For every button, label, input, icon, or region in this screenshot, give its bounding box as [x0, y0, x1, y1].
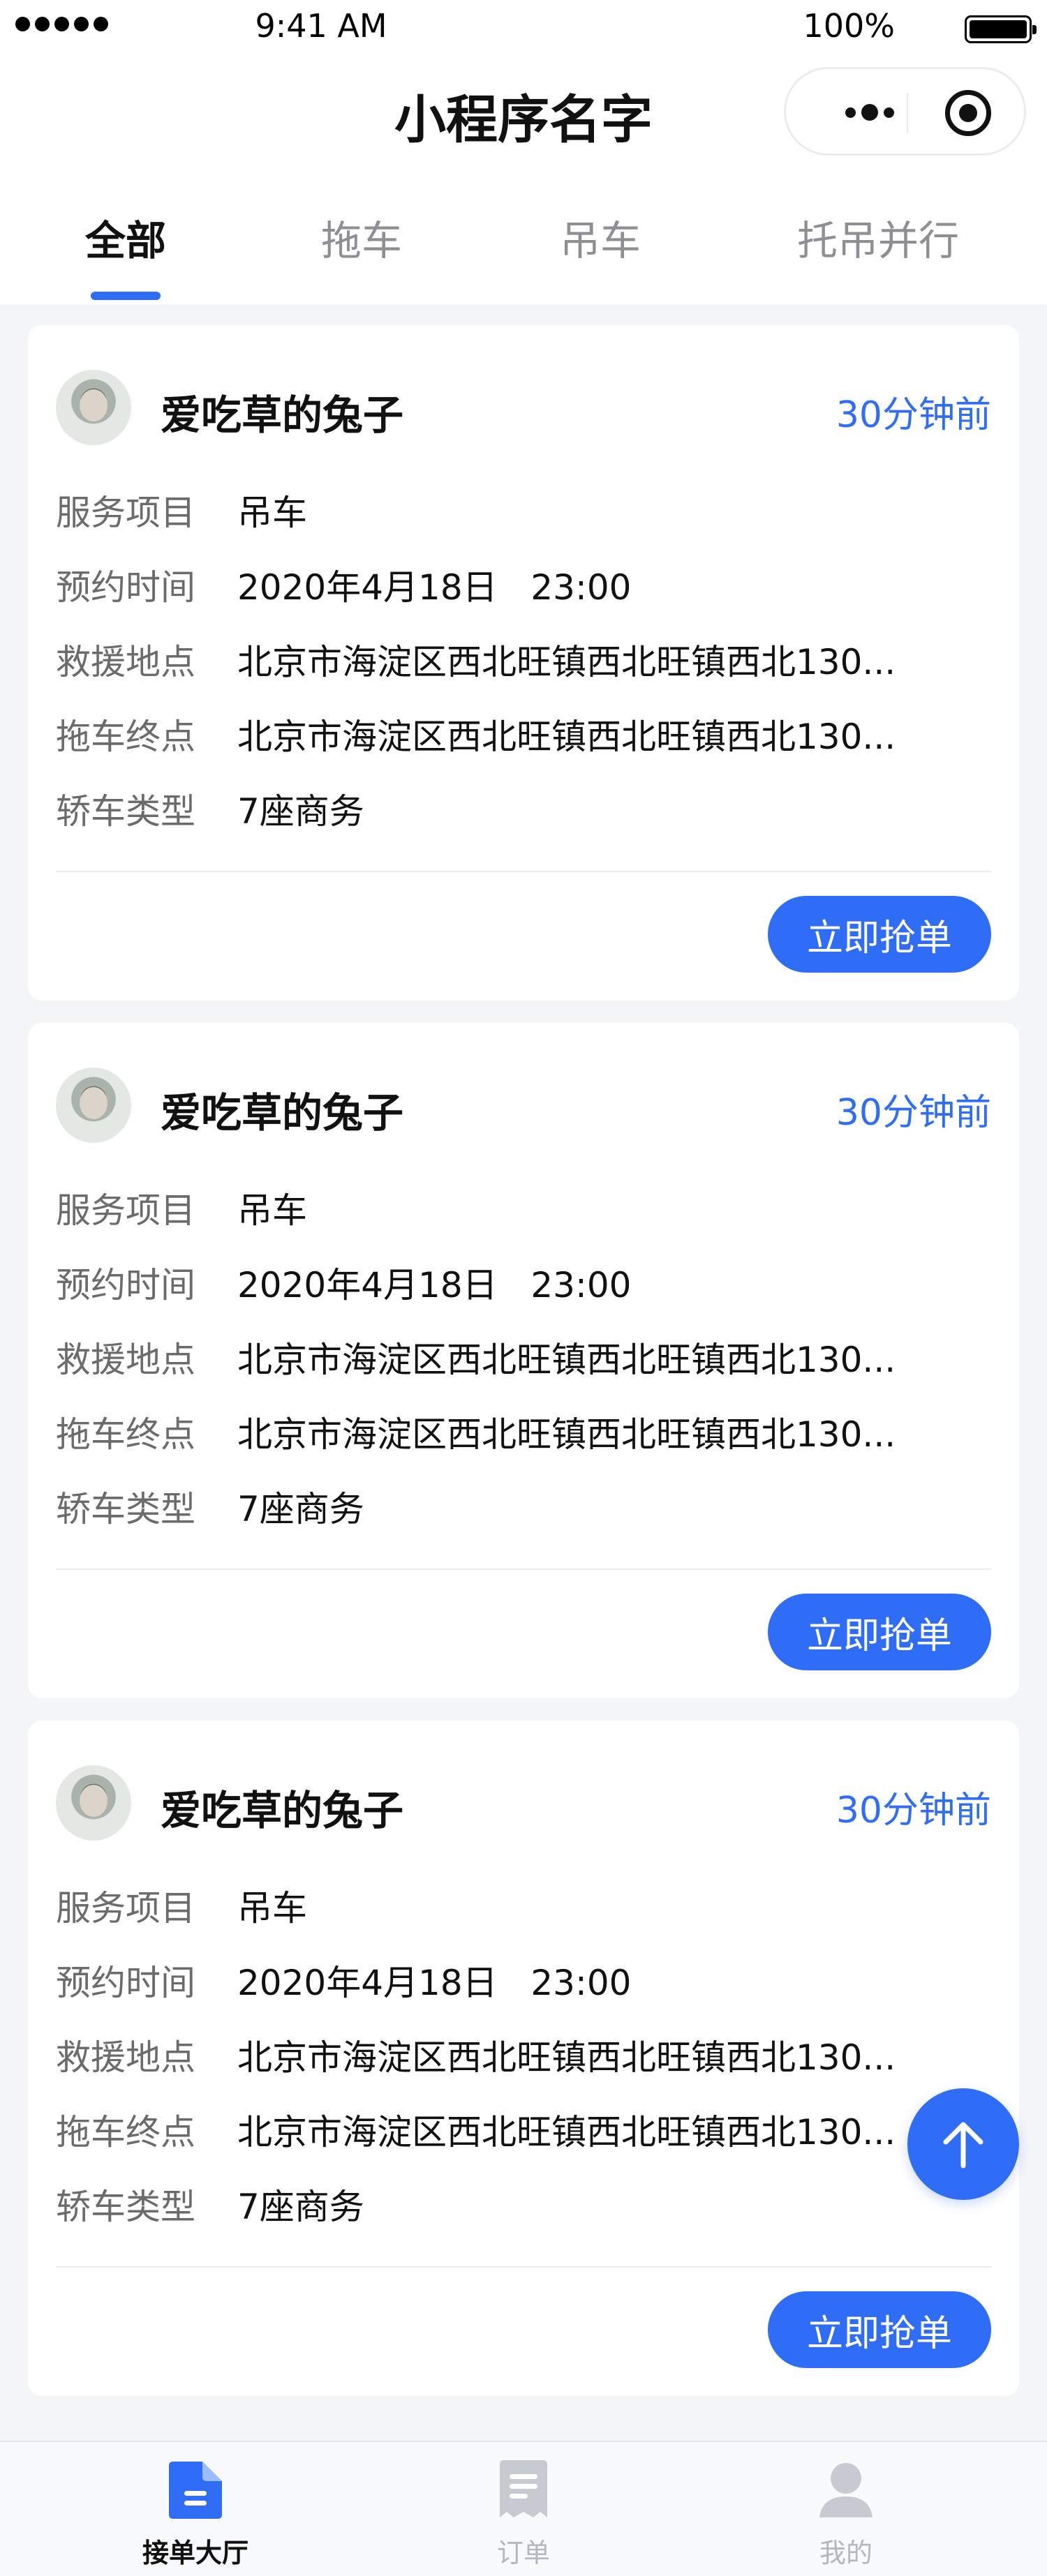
- field-label: 拖车终点: [56, 717, 195, 757]
- field-value: 北京市海淀区西北旺镇西北旺镇西北130...: [237, 1340, 896, 1380]
- field-label: 预约时间: [56, 1265, 195, 1305]
- field-value: 吊车: [237, 1190, 307, 1231]
- field-rescue-location: 救援地点 北京市海淀区西北旺镇西北旺镇西北130...: [56, 1333, 935, 1381]
- field-service: 服务项目 吊车: [56, 1881, 307, 1930]
- field-label: 轿车类型: [56, 1489, 195, 1529]
- tab-all[interactable]: 全部: [85, 208, 166, 267]
- battery-icon: [965, 15, 1037, 43]
- field-label: 救援地点: [56, 1340, 195, 1380]
- field-value: 7座商务: [237, 791, 364, 832]
- field-value: 北京市海淀区西北旺镇西北旺镇西北130...: [237, 717, 896, 757]
- tab-label: 订单: [496, 2538, 550, 2568]
- field-label: 拖车终点: [56, 1414, 195, 1455]
- field-value: 2020年4月18日 23:00: [237, 1265, 632, 1305]
- field-value: 北京市海淀区西北旺镇西北旺镇西北130...: [237, 642, 896, 682]
- active-tab-indicator: [91, 292, 161, 300]
- order-card: 爱吃草的兔子 30分钟前 服务项目 吊车 预约时间 2020年4月18日 23:…: [28, 1721, 1019, 2396]
- user-name: 爱吃草的兔子: [161, 1089, 404, 1137]
- status-bar: 9:41 AM 100%: [0, 0, 1047, 59]
- posted-time: 30分钟前: [836, 394, 991, 436]
- category-tabs: 全部 拖车 吊车 托吊并行: [0, 202, 1047, 304]
- order-card: 爱吃草的兔子 30分钟前 服务项目 吊车 预约时间 2020年4月18日 23:…: [28, 325, 1019, 1001]
- scroll-to-top-button[interactable]: [907, 2088, 1019, 2200]
- tab-tow-truck[interactable]: 拖车: [321, 208, 402, 267]
- card-divider: [56, 1568, 991, 1570]
- posted-time: 30分钟前: [836, 1790, 991, 1832]
- tab-crane[interactable]: 吊车: [560, 208, 641, 267]
- more-options-icon[interactable]: [828, 97, 912, 128]
- field-value: 2020年4月18日 23:00: [237, 567, 632, 608]
- miniprogram-capsule: [784, 67, 1026, 156]
- field-car-type: 轿车类型 7座商务: [56, 2180, 364, 2229]
- field-appointment-time: 预约时间 2020年4月18日 23:00: [56, 1258, 631, 1307]
- field-value: 2020年4月18日 23:00: [237, 1963, 632, 2003]
- field-car-type: 轿车类型 7座商务: [56, 1482, 364, 1531]
- field-value: 吊车: [237, 493, 307, 533]
- field-value: 北京市海淀区西北旺镇西北旺镇西北130...: [237, 2112, 896, 2152]
- user-profile-icon: [819, 2463, 872, 2517]
- field-label: 救援地点: [56, 2037, 195, 2078]
- tab-order-hall[interactable]: 接单大厅: [91, 2442, 300, 2576]
- avatar: [56, 370, 131, 445]
- grab-order-button[interactable]: 立即抢单: [768, 2291, 991, 2368]
- header: 9:41 AM 100% 小程序名字 全部 拖车 吊车 托吊并行: [0, 0, 1047, 304]
- field-label: 服务项目: [56, 493, 195, 533]
- tab-tow-and-crane[interactable]: 托吊并行: [797, 208, 959, 267]
- tab-profile[interactable]: 我的: [741, 2442, 951, 2576]
- field-value: 7座商务: [237, 1489, 364, 1529]
- field-value: 吊车: [237, 1888, 307, 1929]
- field-appointment-time: 预约时间 2020年4月18日 23:00: [56, 1956, 631, 2005]
- document-list-icon: [169, 2462, 222, 2519]
- field-label: 轿车类型: [56, 791, 195, 832]
- card-divider: [56, 871, 991, 872]
- field-service: 服务项目 吊车: [56, 1183, 307, 1232]
- field-car-type: 轿车类型 7座商务: [56, 784, 364, 833]
- user-name: 爱吃草的兔子: [161, 391, 404, 439]
- field-tow-destination: 拖车终点 北京市海淀区西北旺镇西北旺镇西北130...: [56, 2105, 935, 2154]
- grab-order-button[interactable]: 立即抢单: [768, 1594, 991, 1670]
- avatar: [56, 1068, 131, 1143]
- field-rescue-location: 救援地点 北京市海淀区西北旺镇西北旺镇西北130...: [56, 635, 935, 684]
- battery-percent: 100%: [803, 7, 895, 45]
- field-tow-destination: 拖车终点 北京市海淀区西北旺镇西北旺镇西北130...: [56, 710, 935, 758]
- tab-label: 我的: [819, 2538, 872, 2568]
- field-label: 预约时间: [56, 1963, 195, 2003]
- avatar: [56, 1765, 131, 1841]
- receipt-icon: [500, 2460, 547, 2517]
- field-label: 服务项目: [56, 1888, 195, 1929]
- field-label: 救援地点: [56, 642, 195, 682]
- field-service: 服务项目 吊车: [56, 486, 307, 534]
- field-rescue-location: 救援地点 北京市海淀区西北旺镇西北旺镇西北130...: [56, 2030, 935, 2079]
- field-tow-destination: 拖车终点 北京市海淀区西北旺镇西北旺镇西北130...: [56, 1407, 935, 1456]
- field-label: 预约时间: [56, 567, 195, 608]
- status-time: 9:41 AM: [255, 7, 387, 45]
- posted-time: 30分钟前: [836, 1092, 991, 1134]
- card-divider: [56, 2266, 991, 2268]
- capsule-divider: [907, 93, 908, 133]
- app-page: 9:41 AM 100% 小程序名字 全部 拖车 吊车 托吊并行 爱吃草的兔子 …: [0, 0, 1047, 2576]
- field-value: 北京市海淀区西北旺镇西北旺镇西北130...: [237, 2037, 896, 2078]
- field-label: 轿车类型: [56, 2187, 195, 2227]
- field-label: 拖车终点: [56, 2112, 195, 2152]
- close-miniprogram-icon[interactable]: [945, 90, 991, 136]
- order-card: 爱吃草的兔子 30分钟前 服务项目 吊车 预约时间 2020年4月18日 23:…: [28, 1023, 1019, 1698]
- arrow-up-icon: [943, 2122, 983, 2169]
- field-label: 服务项目: [56, 1190, 195, 1231]
- field-value: 7座商务: [237, 2187, 364, 2227]
- bottom-tab-bar: 接单大厅 订单 我的: [0, 2441, 1047, 2576]
- tab-label: 接单大厅: [142, 2538, 248, 2568]
- tab-orders[interactable]: 订单: [419, 2442, 628, 2576]
- field-value: 北京市海淀区西北旺镇西北旺镇西北130...: [237, 1414, 896, 1455]
- field-appointment-time: 预约时间 2020年4月18日 23:00: [56, 560, 631, 609]
- grab-order-button[interactable]: 立即抢单: [768, 896, 991, 973]
- user-name: 爱吃草的兔子: [161, 1787, 404, 1834]
